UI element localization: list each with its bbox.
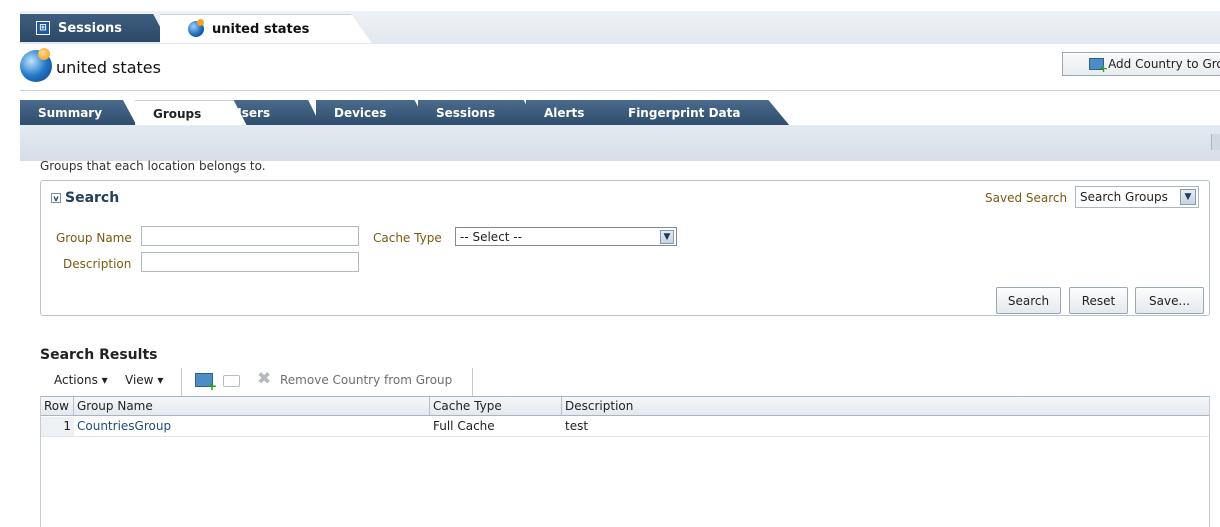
description-cell: test	[565, 419, 589, 433]
document-tab-strip: ⊞ Sessions united states	[0, 0, 1220, 44]
monitor-icon: ⊞	[36, 21, 50, 35]
column-header-row[interactable]: Row	[41, 397, 74, 415]
save-search-button[interactable]: Save...	[1135, 287, 1204, 314]
toolbar-divider	[181, 368, 182, 396]
tab-fingerprint-data-label: Fingerprint Data	[628, 106, 741, 120]
actions-menu[interactable]: Actions ▾	[54, 373, 108, 387]
search-header[interactable]: v Search	[51, 190, 119, 206]
tab-sessions[interactable]: Sessions	[418, 100, 538, 126]
page-title: united states	[56, 58, 161, 77]
group-name-link[interactable]: CountriesGroup	[77, 419, 171, 433]
results-table: Row Group Name Cache Type Description 1 …	[40, 396, 1210, 527]
saved-search-select[interactable]: Search Groups ▼	[1075, 186, 1199, 208]
doc-tab-united-states-label: united states	[212, 21, 310, 37]
add-to-group-icon[interactable]	[195, 373, 217, 393]
view-menu[interactable]: View ▾	[125, 373, 163, 387]
doc-tab-sessions-label: Sessions	[58, 20, 123, 36]
table-row[interactable]: 1 CountriesGroup Full Cache test	[41, 417, 1209, 437]
doc-tab-united-states[interactable]: united states	[160, 14, 372, 43]
search-button[interactable]: Search	[996, 287, 1061, 314]
column-header-cache-type[interactable]: Cache Type	[430, 397, 562, 415]
cache-type-value: -- Select --	[460, 229, 522, 244]
group-name-input[interactable]	[141, 226, 359, 246]
globe-icon	[20, 48, 52, 82]
panel-collapse-handle[interactable]	[1211, 134, 1220, 150]
saved-search-value: Search Groups	[1080, 190, 1168, 204]
remove-x-icon[interactable]: ✖	[257, 369, 271, 389]
view-menu-label: View	[125, 373, 154, 387]
add-country-to-group-label: Add Country to Group	[1108, 57, 1220, 71]
tab-summary-label: Summary	[38, 106, 103, 120]
tab-sessions-label: Sessions	[436, 106, 496, 120]
search-results-title: Search Results	[40, 347, 158, 363]
globe-icon	[188, 19, 204, 37]
cache-type-select[interactable]: -- Select -- ▼	[455, 227, 677, 246]
folder-icon[interactable]	[223, 375, 240, 387]
tab-devices-label: Devices	[334, 106, 387, 120]
page-header: united states Add Country to Group	[20, 46, 1220, 91]
reset-button[interactable]: Reset	[1069, 287, 1128, 314]
group-name-label: Group Name	[56, 231, 132, 245]
search-title: Search	[65, 190, 120, 206]
cache-type-label: Cache Type	[373, 231, 442, 245]
doc-tab-sessions[interactable]: ⊞ Sessions	[20, 14, 168, 42]
toolbar-divider	[472, 368, 473, 396]
column-header-description[interactable]: Description	[562, 397, 1209, 415]
results-toolbar: Actions ▾ View ▾ ✖ Remove Country from G…	[40, 368, 475, 396]
add-country-to-group-button[interactable]: Add Country to Group	[1062, 52, 1220, 76]
chevron-down-icon: ▾	[101, 373, 108, 387]
groups-description: Groups that each location belongs to.	[40, 159, 266, 173]
remove-country-from-group-button[interactable]: Remove Country from Group	[280, 373, 452, 387]
chevron-down-icon[interactable]: ▼	[1180, 189, 1196, 205]
chevron-down-icon[interactable]: ▼	[660, 229, 674, 244]
actions-menu-label: Actions	[54, 373, 98, 387]
add-to-group-icon	[1089, 58, 1108, 75]
tab-content-header	[20, 125, 1220, 161]
row-number: 1	[41, 417, 74, 436]
description-input[interactable]	[141, 252, 359, 272]
tab-alerts-label: Alerts	[544, 106, 585, 120]
group-name-cell: CountriesGroup	[74, 417, 430, 436]
description-label: Description	[63, 257, 132, 271]
tab-devices[interactable]: Devices	[316, 100, 428, 126]
table-header: Row Group Name Cache Type Description	[41, 396, 1209, 416]
cache-type-cell: Full Cache	[433, 419, 495, 433]
tab-groups[interactable]: Groups	[135, 100, 247, 126]
tab-summary[interactable]: Summary	[20, 100, 137, 126]
saved-search-label: Saved Search	[985, 191, 1068, 205]
detail-tabs: Summary Users Devices Sessions Alerts Fi…	[20, 97, 1220, 128]
column-header-group-name[interactable]: Group Name	[74, 397, 430, 415]
tab-fingerprint-data[interactable]: Fingerprint Data	[610, 100, 790, 126]
chevron-down-icon: ▾	[157, 373, 164, 387]
tab-groups-label: Groups	[153, 106, 202, 121]
chevron-down-icon[interactable]: v	[51, 193, 61, 203]
search-panel: v Search Saved Search Search Groups ▼ Gr…	[40, 180, 1210, 316]
